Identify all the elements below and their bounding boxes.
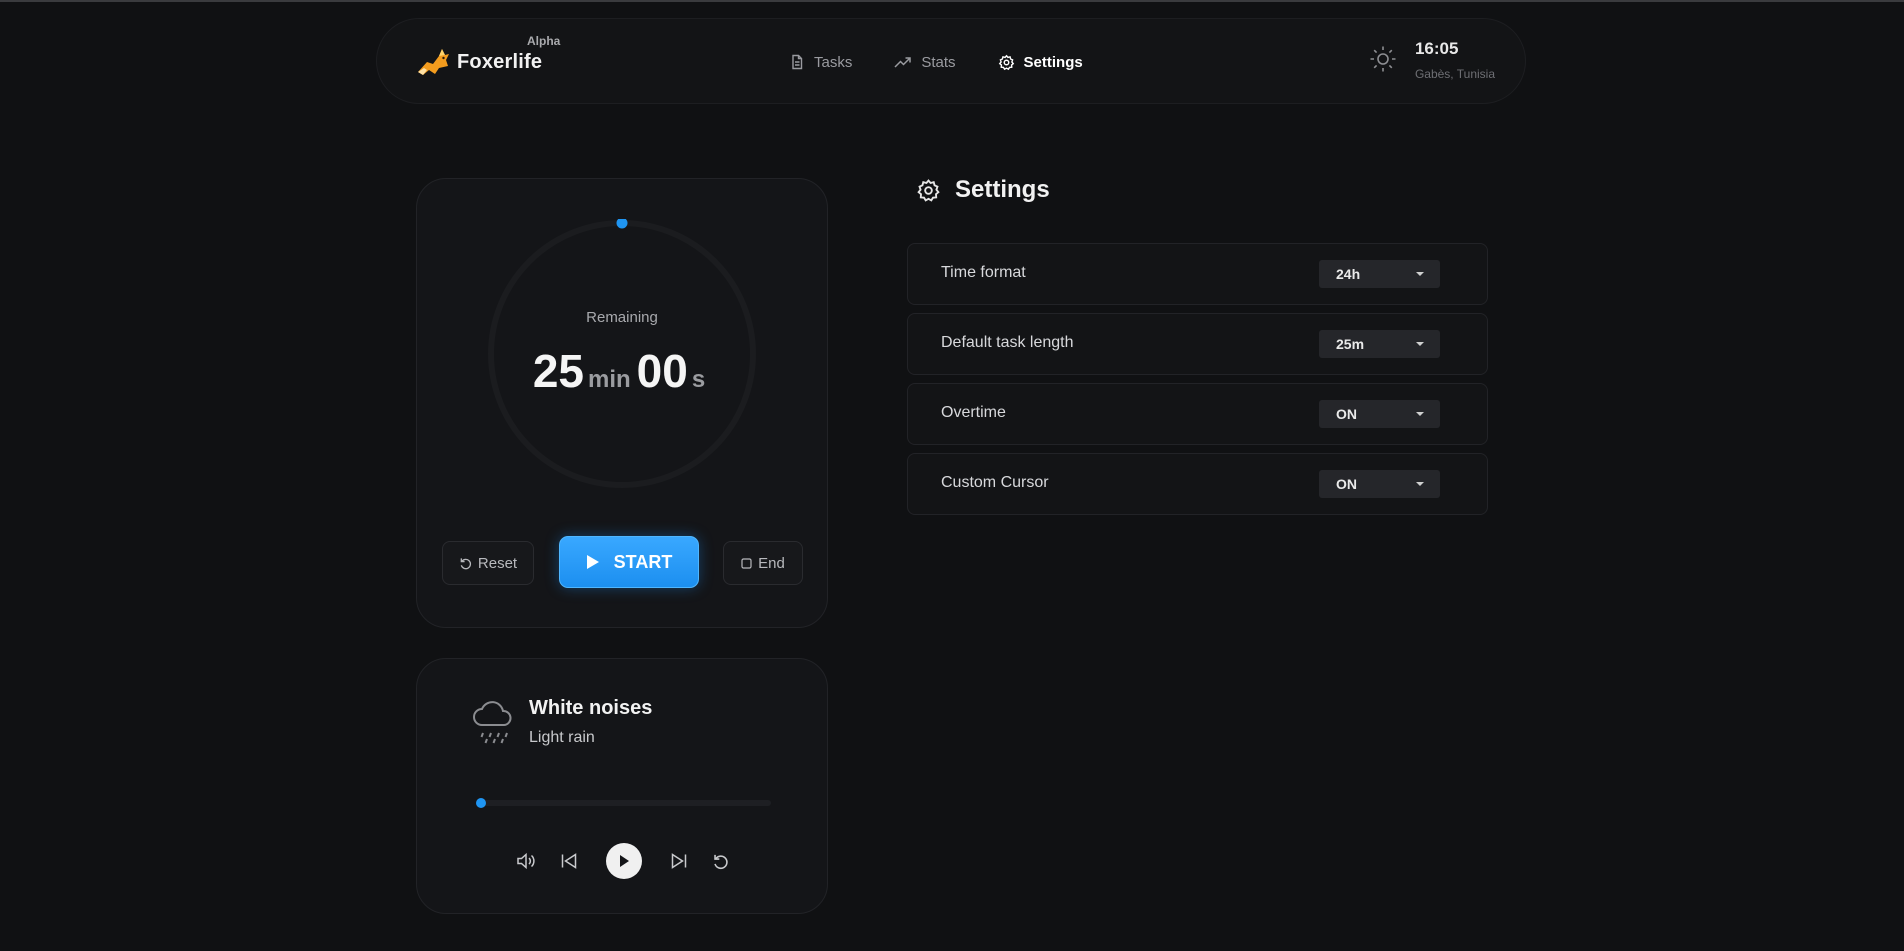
clock-time: 16:05 xyxy=(1414,39,1459,58)
rain-cloud-icon xyxy=(473,701,512,744)
volume-icon xyxy=(516,852,535,870)
gear-icon xyxy=(917,178,940,202)
document-icon xyxy=(792,54,803,70)
player-controls xyxy=(417,843,827,879)
nav-item-settings[interactable]: Settings xyxy=(998,54,1083,71)
caret-down-icon xyxy=(1416,342,1424,346)
setting-row-default-task-length: Default task length 25m xyxy=(907,313,1488,375)
skip-back-icon xyxy=(561,853,576,869)
trend-up-icon xyxy=(894,57,912,68)
white-noise-title: White noises xyxy=(529,697,653,719)
custom-cursor-select[interactable]: ON xyxy=(1319,470,1440,498)
brand[interactable]: Foxerlife xyxy=(415,37,542,87)
play-button[interactable] xyxy=(605,843,642,879)
time-format-select[interactable]: 24h xyxy=(1319,260,1440,288)
clock-location: Gabès, Tunisia xyxy=(1414,67,1495,81)
start-label: START xyxy=(613,551,673,572)
top-navigation-bar: Foxerlife Alpha Tasks Stats Settings 16:… xyxy=(376,18,1526,104)
fox-logo-icon xyxy=(418,49,449,75)
setting-row-custom-cursor: Custom Cursor ON xyxy=(907,453,1488,515)
setting-label: Overtime xyxy=(941,404,1006,421)
nav-item-stats[interactable]: Stats xyxy=(894,53,956,71)
setting-label: Default task length xyxy=(941,334,1074,351)
caret-down-icon xyxy=(1416,412,1424,416)
brand-tag: Alpha xyxy=(527,34,561,48)
caret-down-icon xyxy=(1416,482,1424,486)
select-value: 24h xyxy=(1336,266,1361,282)
repeat-icon xyxy=(713,854,728,869)
play-icon xyxy=(586,555,599,569)
white-noise-track: Light rain xyxy=(529,729,595,746)
previous-button[interactable] xyxy=(560,853,578,869)
select-value: ON xyxy=(1336,476,1357,492)
minutes-value: 25 xyxy=(532,345,584,397)
nav-label-tasks: Tasks xyxy=(814,53,853,71)
start-button[interactable]: START xyxy=(559,536,699,588)
setting-label: Time format xyxy=(941,264,1026,281)
noise-progress-knob[interactable] xyxy=(476,798,486,808)
seconds-value: 00 xyxy=(636,345,688,397)
default-task-length-select[interactable]: 25m xyxy=(1319,330,1440,358)
volume-button[interactable] xyxy=(516,852,536,870)
nav-item-tasks[interactable]: Tasks xyxy=(789,54,852,71)
reset-icon xyxy=(460,557,471,569)
setting-label: Custom Cursor xyxy=(941,474,1049,491)
end-button[interactable]: End xyxy=(723,541,803,585)
brand-name: Foxerlife xyxy=(457,50,543,73)
pomodoro-timer-card: Remaining 25 min 00 s Reset START End xyxy=(416,178,828,628)
seconds-unit: s xyxy=(691,366,706,393)
nav-label-stats: Stats xyxy=(921,53,956,71)
time-display: 25 min 00 s xyxy=(417,344,827,398)
main-nav: Tasks Stats Settings xyxy=(789,19,1125,105)
clock-widget: 16:05 Gabès, Tunisia xyxy=(1369,39,1495,81)
select-value: 25m xyxy=(1336,336,1365,352)
nav-label-settings: Settings xyxy=(1023,53,1083,71)
select-value: ON xyxy=(1336,406,1357,422)
window-top-border xyxy=(0,0,1904,2)
minutes-unit: min xyxy=(587,366,631,393)
next-button[interactable] xyxy=(670,853,688,869)
skip-forward-icon xyxy=(671,853,686,869)
remaining-label: Remaining xyxy=(586,309,658,326)
stop-square-icon xyxy=(741,557,752,569)
overtime-select[interactable]: ON xyxy=(1319,400,1440,428)
sun-icon xyxy=(1370,46,1396,72)
gear-icon xyxy=(998,54,1014,70)
end-label: End xyxy=(758,554,785,572)
play-icon xyxy=(619,855,629,867)
settings-heading: Settings xyxy=(916,176,1050,204)
settings-title: Settings xyxy=(955,176,1050,203)
setting-row-overtime: Overtime ON xyxy=(907,383,1488,445)
reset-button[interactable]: Reset xyxy=(442,541,534,585)
white-noise-card: White noises Light rain xyxy=(416,658,828,914)
repeat-button[interactable] xyxy=(712,853,729,870)
timer-progress-knob[interactable] xyxy=(616,219,628,229)
setting-row-time-format: Time format 24h xyxy=(907,243,1488,305)
caret-down-icon xyxy=(1416,272,1424,276)
noise-progress-track[interactable] xyxy=(476,798,771,808)
reset-label: Reset xyxy=(477,554,518,572)
